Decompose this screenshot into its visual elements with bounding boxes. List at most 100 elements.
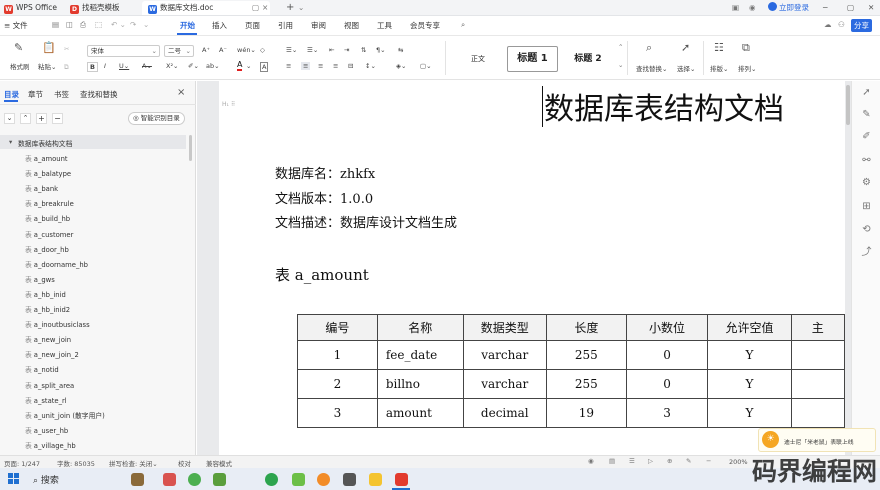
tab-bookmarks[interactable]: 书签	[54, 89, 69, 100]
cursor-icon[interactable]: ➚	[861, 87, 872, 98]
table-cell[interactable]: Y	[707, 340, 792, 370]
columns-table[interactable]: 编号 名称 数据类型 长度 小数位 允许空值 主 1 fee_date varc…	[297, 314, 846, 428]
borders-icon[interactable]: ▢⌄	[420, 62, 432, 70]
pen-icon[interactable]: ✎	[861, 109, 872, 120]
pen-mode-icon[interactable]: ✎	[686, 457, 691, 465]
close-tab-icon[interactable]: ×	[262, 1, 268, 15]
page-view-icon[interactable]: ▤	[609, 457, 615, 465]
zoom-out-icon[interactable]: −	[706, 457, 711, 465]
proofread[interactable]: 校对	[178, 458, 191, 468]
arrange-button[interactable]: 排列⌄	[738, 63, 756, 73]
outline-item[interactable]: 表 a_door_hb	[25, 244, 69, 254]
header-cell[interactable]: 小数位	[625, 314, 709, 341]
description-line[interactable]: 文档描述：数据库设计文档生成	[275, 212, 457, 231]
wps-taskbar-icon[interactable]	[395, 473, 408, 486]
table-cell[interactable]	[790, 369, 846, 399]
print-preview-icon[interactable]: ◫	[66, 20, 73, 29]
print-icon[interactable]: ⎙	[80, 20, 86, 30]
paragraph-handle-icon[interactable]: H₁ ⠿	[222, 101, 235, 108]
tab-docer[interactable]: D 找稻壳模板	[70, 1, 120, 15]
skin-icon[interactable]: ◉	[749, 1, 756, 15]
cut-icon[interactable]: ✂	[64, 45, 69, 53]
share-button[interactable]: 分享	[851, 19, 872, 32]
cloud-icon[interactable]: ☁	[824, 20, 832, 29]
italic-button[interactable]: I	[104, 62, 106, 70]
outline-item[interactable]: 表 a_amount	[25, 153, 68, 163]
grid-icon[interactable]: ⊞	[861, 201, 872, 212]
table-cell[interactable]: 255	[545, 340, 627, 370]
eye-icon[interactable]: ◉	[588, 457, 594, 465]
move-up-icon[interactable]: ⌃	[20, 113, 31, 124]
format-painter-icon[interactable]: ✎	[14, 41, 23, 54]
char-shading-icon[interactable]: ✐⌄	[188, 62, 199, 70]
header-cell[interactable]: 允许空值	[707, 314, 792, 341]
menu-item-insert[interactable]: 插入	[212, 20, 227, 31]
decrease-indent-icon[interactable]: ⇤	[329, 46, 334, 54]
style-heading-2[interactable]: 标题 2	[562, 46, 614, 72]
table-heading[interactable]: 表 a_amount	[275, 264, 369, 285]
header-cell[interactable]: 主	[790, 314, 846, 341]
minimize-icon[interactable]: ─	[823, 1, 828, 15]
db-name-line[interactable]: 数据库名：zhkfx	[275, 163, 375, 182]
show-marks-icon[interactable]: ¶⌄	[376, 46, 386, 54]
outline-item[interactable]: 表 a_split_area	[25, 380, 74, 390]
collab-icon[interactable]: ⚇	[838, 20, 845, 29]
outline-item[interactable]: 表 a_new_join	[25, 334, 71, 344]
document-title[interactable]: 数据库表结构文档	[544, 84, 784, 128]
tab-wps-office[interactable]: W WPS Office	[4, 1, 57, 15]
increase-indent-icon[interactable]: ⇥	[344, 46, 349, 54]
tab-document[interactable]: W 数据库文档.doc ▢ ×	[142, 1, 270, 15]
table-cell[interactable]: 0	[625, 369, 709, 399]
maximize-icon[interactable]: ▢	[847, 1, 854, 15]
layout-icon[interactable]: ☷	[714, 41, 724, 54]
spell-check[interactable]: 拼写检查: 关闭⌄	[109, 458, 158, 468]
table-cell[interactable]	[790, 340, 846, 370]
arrange-icon[interactable]: ⧉	[742, 41, 750, 55]
add-heading-icon[interactable]: +	[36, 113, 47, 124]
redo-icon[interactable]: ↷	[130, 20, 136, 29]
menu-item-home[interactable]: 开始	[180, 20, 195, 31]
play-icon[interactable]: ▷	[648, 457, 653, 465]
settings-icon[interactable]: ⚙	[861, 177, 872, 188]
paste-button[interactable]: 粘贴⌄	[38, 61, 56, 71]
remove-heading-icon[interactable]: −	[52, 113, 63, 124]
app-icon[interactable]	[343, 473, 356, 486]
search-icon[interactable]: ⌕	[461, 20, 465, 30]
menu-file[interactable]: ≡ 文件	[4, 20, 28, 31]
strikethrough-button[interactable]: A⌄	[142, 62, 152, 70]
table-cell[interactable]: 2	[297, 369, 378, 399]
pane-scrollbar[interactable]	[189, 135, 192, 161]
format-icon[interactable]: ⚯	[861, 155, 872, 166]
desktop-icon[interactable]: ▣	[732, 1, 739, 15]
outline-item[interactable]: 表 a_customer	[25, 229, 73, 239]
distribute-icon[interactable]: ⊟	[348, 62, 353, 70]
outline-item[interactable]: 表 a_notid	[25, 364, 59, 374]
table-cell[interactable]: amount	[376, 398, 464, 428]
tab-chapters[interactable]: 章节	[28, 89, 43, 100]
smart-toc-button[interactable]: ◎ 智能识别目录	[128, 112, 185, 125]
align-right-icon[interactable]: ≡	[318, 62, 323, 70]
close-window-icon[interactable]: ✕	[868, 1, 874, 15]
menu-item-reference[interactable]: 引用	[278, 20, 293, 31]
select-button[interactable]: 选择⌄	[677, 63, 695, 73]
superscript-button[interactable]: X²⌄	[166, 62, 179, 70]
styles-scroll-down-icon[interactable]: ⌄	[618, 61, 623, 69]
table-cell[interactable]: varchar	[462, 340, 547, 370]
export-pdf-icon[interactable]: ⬚	[95, 20, 102, 29]
menu-item-review[interactable]: 审阅	[311, 20, 326, 31]
compose-icon[interactable]: ✐	[861, 131, 872, 142]
font-name-select[interactable]: 宋体 ⌄	[87, 45, 160, 57]
find-replace-icon[interactable]: ⌕	[646, 41, 652, 55]
table-cell[interactable]: varchar	[462, 369, 547, 399]
header-cell[interactable]: 数据类型	[462, 314, 547, 341]
share-icon[interactable]: ⤴	[861, 247, 872, 258]
new-tab-icon[interactable]: +	[286, 1, 294, 15]
line-spacing-icon[interactable]: ↕⌄	[365, 62, 376, 70]
taskbar-search[interactable]: ⌕ 搜索	[33, 473, 59, 486]
find-replace-button[interactable]: 查找替换⌄	[636, 63, 667, 73]
windows-start-icon[interactable]	[8, 473, 20, 485]
align-left-icon[interactable]: ≡	[286, 62, 291, 70]
pin-icon[interactable]: ▢	[252, 1, 259, 15]
align-center-icon[interactable]: ≡	[301, 62, 311, 70]
tab-find-replace[interactable]: 查找和替换	[80, 89, 118, 100]
